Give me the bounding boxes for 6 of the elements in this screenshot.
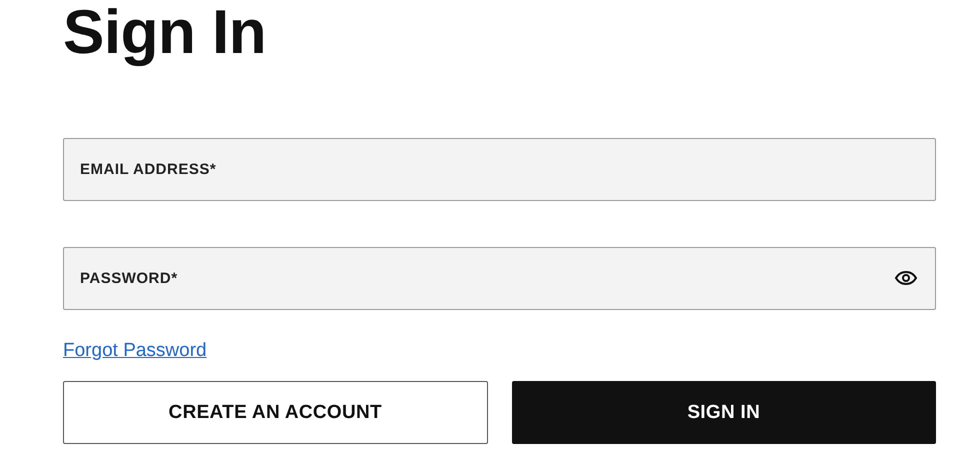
create-account-button[interactable]: CREATE AN ACCOUNT <box>63 381 488 444</box>
forgot-password-link[interactable]: Forgot Password <box>63 340 207 362</box>
email-field[interactable]: EMAIL ADDRESS* <box>63 138 936 201</box>
page-title: Sign In <box>63 0 268 68</box>
sign-in-button[interactable]: SIGN IN <box>512 381 936 444</box>
password-field[interactable]: PASSWORD* <box>63 247 936 310</box>
